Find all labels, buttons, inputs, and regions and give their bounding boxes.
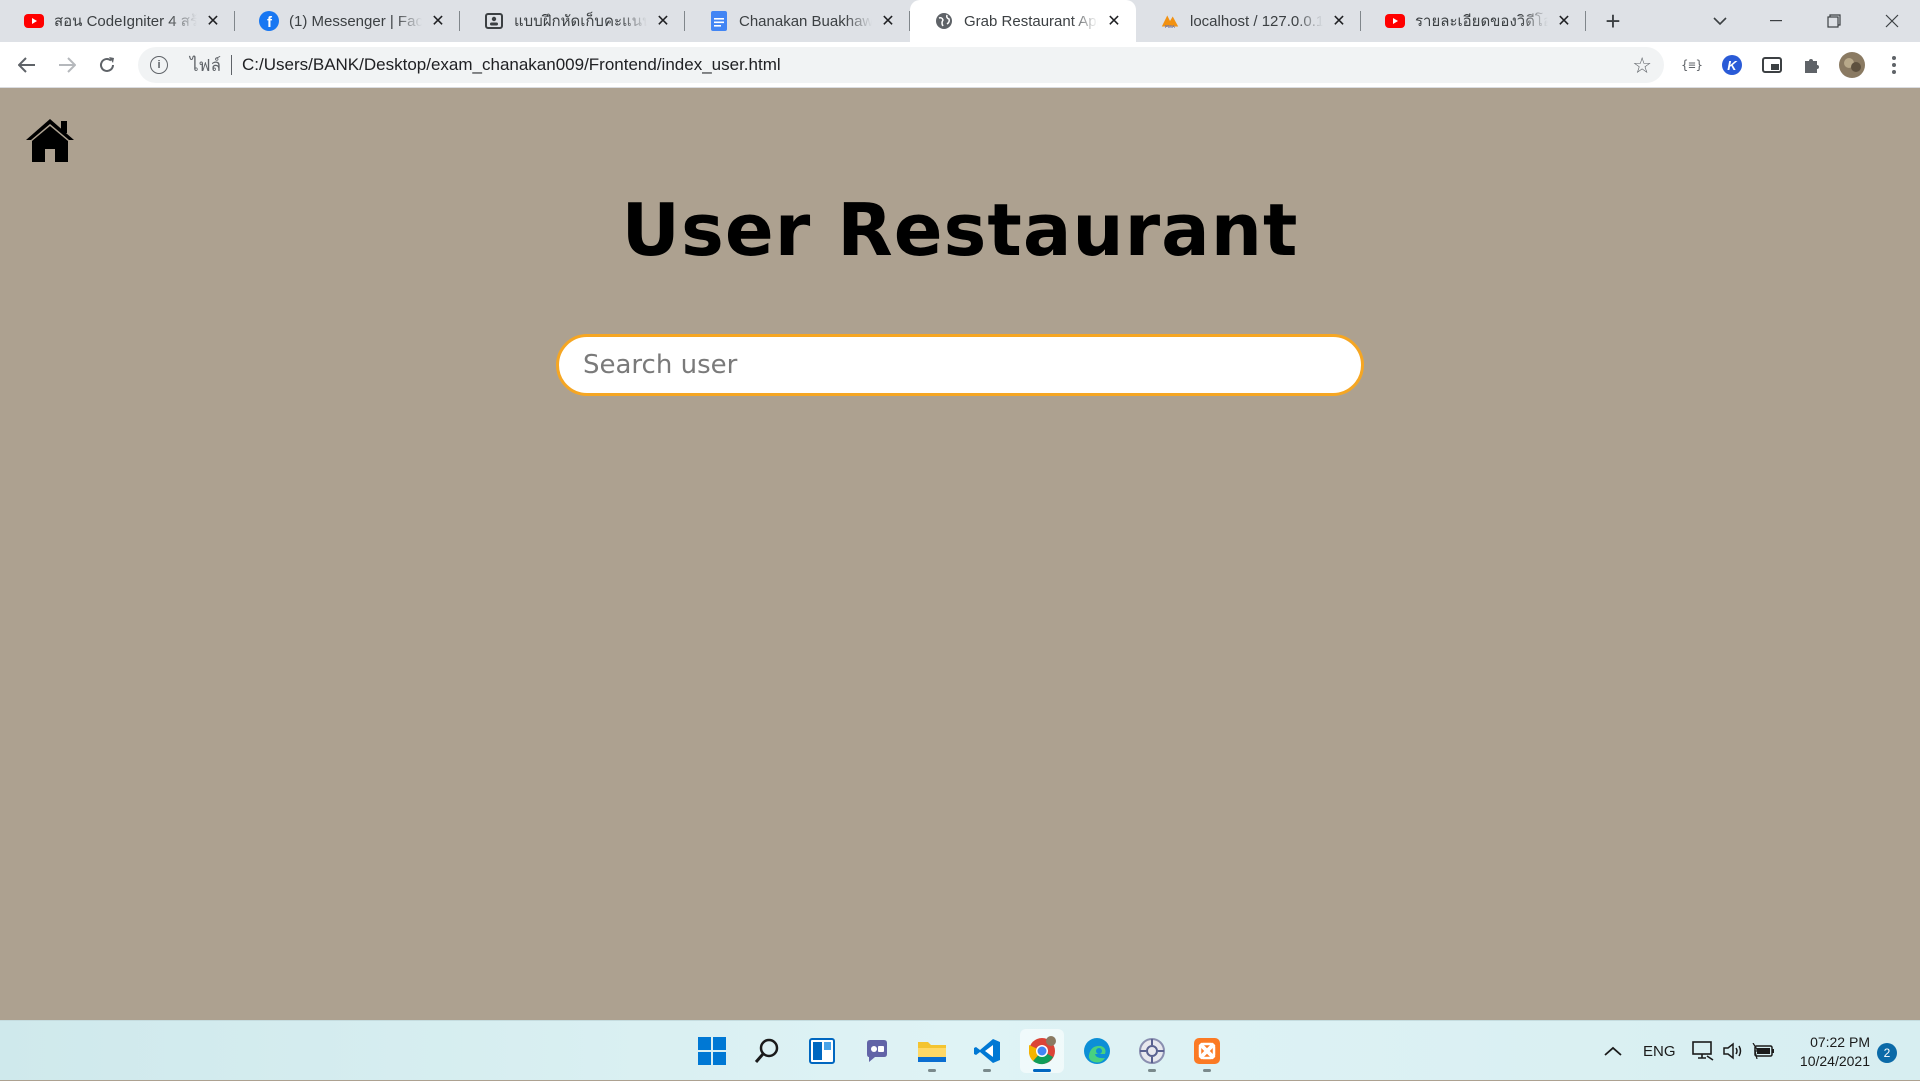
tab-search-icon[interactable] (1692, 0, 1748, 42)
running-indicator (983, 1069, 991, 1072)
language-indicator[interactable]: ENG (1643, 1021, 1676, 1081)
restore-button[interactable] (1806, 0, 1862, 42)
tab-google-docs[interactable]: Chanakan Buakhaw - Google Docs ✕ (685, 0, 910, 42)
bookmark-star-icon[interactable]: ☆ (1632, 53, 1652, 79)
tab-title: Chanakan Buakhaw - Google Docs (739, 12, 872, 30)
address-bar[interactable]: i ไฟล์ C:/Users/BANK/Desktop/exam_chanak… (138, 47, 1664, 83)
tab-youtube-codeigniter[interactable]: สอน CodeIgniter 4 สร้าง ✕ (0, 0, 235, 42)
extensions-puzzle-icon[interactable] (1798, 51, 1826, 79)
youtube-icon (24, 11, 44, 31)
new-tab-button[interactable]: + (1598, 6, 1628, 36)
snipping-tool-icon[interactable] (1130, 1029, 1174, 1073)
taskbar-clock[interactable]: 07:22 PM 10/24/2021 (1790, 1033, 1870, 1071)
back-button[interactable] (11, 49, 43, 81)
clock-time: 07:22 PM (1810, 1034, 1870, 1050)
close-tab-icon[interactable]: ✕ (1104, 11, 1124, 31)
facebook-icon: f (259, 11, 279, 31)
tray-overflow-icon[interactable] (1604, 1021, 1622, 1081)
svg-text:PMA: PMA (1165, 24, 1176, 29)
site-info-icon[interactable]: i (150, 56, 168, 74)
close-tab-icon[interactable]: ✕ (653, 11, 673, 31)
chrome-icon[interactable] (1020, 1029, 1064, 1073)
tab-youtube-studio[interactable]: รายละเอียดของวิดีโอ - YouTube ✕ (1361, 0, 1586, 42)
close-window-button[interactable] (1864, 0, 1920, 42)
windows-start-icon[interactable] (690, 1029, 734, 1073)
svg-text:K: K (1727, 58, 1738, 73)
running-indicator (1033, 1069, 1051, 1072)
phpmyadmin-icon: PMA (1160, 11, 1180, 31)
volume-icon[interactable] (1722, 1021, 1744, 1081)
browser-menu-icon[interactable] (1880, 51, 1908, 79)
picture-in-picture-icon[interactable] (1758, 51, 1786, 79)
running-indicator (928, 1069, 936, 1072)
url-text[interactable]: C:/Users/BANK/Desktop/exam_chanakan009/F… (242, 55, 781, 75)
tab-title: Grab Restaurant Application (964, 12, 1098, 30)
tab-title: แบบฝึกหัดเก็บคะแนน 2/2 (514, 13, 647, 30)
close-tab-icon[interactable]: ✕ (203, 11, 223, 31)
forward-button[interactable] (51, 49, 83, 81)
tab-messenger[interactable]: f (1) Messenger | Facebook ✕ (235, 0, 460, 42)
teams-chat-icon[interactable] (855, 1029, 899, 1073)
tab-strip: สอน CodeIgniter 4 สร้าง ✕ f (1) Messenge… (0, 0, 1920, 42)
tab-title: รายละเอียดของวิดีโอ - YouTube (1415, 13, 1548, 30)
edge-icon[interactable] (1075, 1029, 1119, 1073)
browser-toolbar: i ไฟล์ C:/Users/BANK/Desktop/exam_chanak… (0, 42, 1920, 88)
search-icon[interactable] (745, 1029, 789, 1073)
classroom-icon (484, 11, 504, 31)
close-tab-icon[interactable]: ✕ (1554, 11, 1574, 31)
close-tab-icon[interactable]: ✕ (1329, 11, 1349, 31)
running-indicator (1148, 1069, 1156, 1072)
docs-icon (709, 11, 729, 31)
youtube-icon (1385, 11, 1405, 31)
globe-icon (934, 11, 954, 31)
running-indicator (1203, 1069, 1211, 1072)
tab-grab-restaurant[interactable]: Grab Restaurant Application ✕ (910, 0, 1136, 42)
profile-avatar[interactable] (1838, 51, 1866, 79)
vscode-icon[interactable] (965, 1029, 1009, 1073)
widgets-icon[interactable] (800, 1029, 844, 1073)
reload-button[interactable] (91, 49, 123, 81)
tab-title: localhost / 127.0.0.1 / phpMyAdmin (1190, 12, 1323, 30)
page-title: User Restaurant (621, 188, 1299, 272)
tab-title: (1) Messenger | Facebook (289, 12, 422, 30)
notification-badge[interactable]: 2 (1877, 1043, 1897, 1063)
xampp-icon[interactable] (1185, 1029, 1229, 1073)
network-icon[interactable] (1692, 1021, 1714, 1081)
omnibox-divider (231, 55, 233, 75)
tab-classroom[interactable]: แบบฝึกหัดเก็บคะแนน 2/2 ✕ (460, 0, 685, 42)
tab-title: สอน CodeIgniter 4 สร้าง (54, 13, 197, 30)
minimize-button[interactable] (1748, 0, 1804, 42)
page-content: User Restaurant (0, 88, 1920, 1020)
file-explorer-icon[interactable] (910, 1029, 954, 1073)
k-extension-icon[interactable]: K (1718, 51, 1746, 79)
clock-date: 10/24/2021 (1799, 1053, 1870, 1069)
json-viewer-extension-icon[interactable]: {≡} (1678, 51, 1706, 79)
battery-icon[interactable] (1752, 1021, 1776, 1081)
search-user-input[interactable] (556, 334, 1364, 396)
home-icon[interactable] (24, 116, 76, 164)
close-tab-icon[interactable]: ✕ (878, 11, 898, 31)
scheme-label: ไฟล์ (190, 55, 222, 75)
close-tab-icon[interactable]: ✕ (428, 11, 448, 31)
tab-phpmyadmin[interactable]: PMA localhost / 127.0.0.1 / phpMyAdmin ✕ (1136, 0, 1361, 42)
windows-taskbar: ENG 07:22 PM 10/24/2021 2 (0, 1020, 1920, 1080)
